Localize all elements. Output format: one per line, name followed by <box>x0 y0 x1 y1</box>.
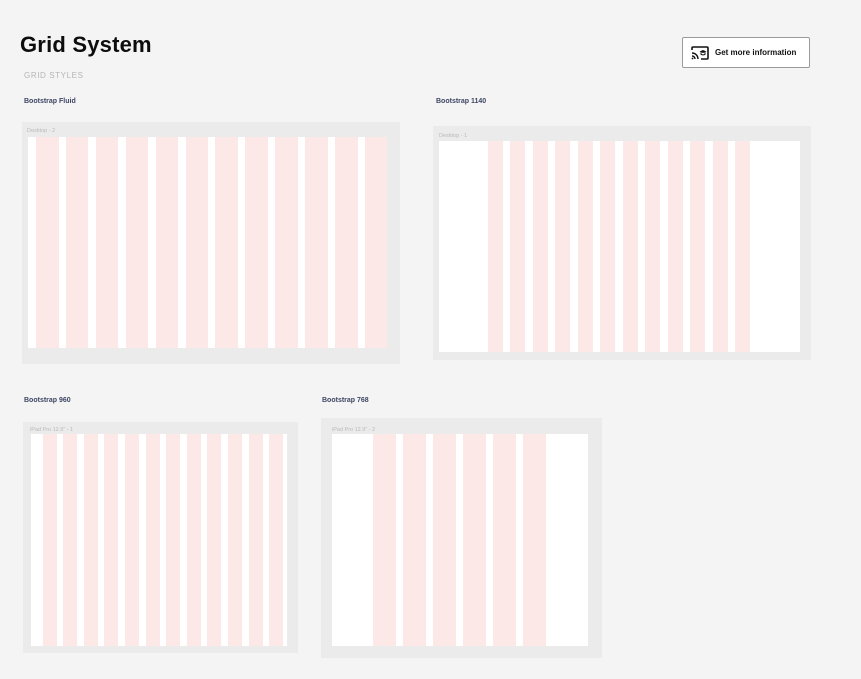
grid-column <box>227 434 242 646</box>
grid-column <box>65 137 89 348</box>
grid-column <box>510 141 526 352</box>
grid-label-bootstrap-1140: Bootstrap 1140 <box>436 98 487 105</box>
grid-column <box>166 434 181 646</box>
grid-column <box>215 137 238 348</box>
grid-column <box>645 141 661 352</box>
grid-column <box>248 434 263 646</box>
grid-column <box>63 434 78 646</box>
get-more-information-button[interactable]: Get more information <box>682 37 810 68</box>
grid-column <box>493 434 516 646</box>
grid-column <box>185 137 208 348</box>
grid-column <box>104 434 119 646</box>
frame-bootstrap-fluid[interactable]: Desktop - 2 <box>22 122 400 364</box>
grid-column <box>577 141 593 352</box>
frame-name-desktop-1: Desktop - 1 <box>439 133 468 139</box>
grid-column <box>523 434 546 646</box>
frame-bootstrap-1140[interactable]: Desktop - 1 <box>433 126 811 360</box>
grid-column <box>463 434 486 646</box>
page-title: Grid System <box>20 32 152 57</box>
grid-column <box>36 137 59 348</box>
grid-column <box>335 137 358 348</box>
frame-name-desktop-2: Desktop - 2 <box>27 128 56 134</box>
grid-column <box>207 434 222 646</box>
grid-column <box>712 141 728 352</box>
grid-column <box>555 141 571 352</box>
cast-school-icon <box>690 45 710 61</box>
grid-column <box>245 137 268 348</box>
grid-column <box>532 141 548 352</box>
frame-bootstrap-768[interactable]: iPad Pro 12.9" - 2 <box>321 418 602 658</box>
grid-column <box>364 137 387 348</box>
grid-column <box>622 141 638 352</box>
grid-column <box>42 434 57 646</box>
grid-column <box>305 137 328 348</box>
grid-column <box>155 137 179 348</box>
grid-column <box>145 434 160 646</box>
grid-column <box>95 137 119 348</box>
frame-bootstrap-960[interactable]: iPad Pro 12.9" - 1 <box>23 422 298 653</box>
grid-label-bootstrap-768: Bootstrap 768 <box>322 397 369 404</box>
grid-column <box>83 434 98 646</box>
grid-column <box>690 141 706 352</box>
grid-canvas-bootstrap-960 <box>31 434 287 646</box>
grid-column <box>275 137 298 348</box>
grid-column <box>186 434 201 646</box>
grid-column <box>373 434 396 646</box>
grid-column <box>125 137 149 348</box>
grid-system-page: Grid System GRID STYLES Get more informa… <box>0 0 861 679</box>
grid-column <box>667 141 683 352</box>
grid-label-bootstrap-fluid: Bootstrap Fluid <box>24 98 76 105</box>
grid-column <box>269 434 284 646</box>
grid-column <box>124 434 139 646</box>
grid-canvas-bootstrap-fluid <box>28 137 387 348</box>
frame-name-ipad-pro-1: iPad Pro 12.9" - 1 <box>30 427 74 433</box>
grid-column <box>600 141 616 352</box>
grid-label-bootstrap-960: Bootstrap 960 <box>24 397 71 404</box>
grid-column <box>403 434 426 646</box>
grid-canvas-bootstrap-768 <box>332 434 588 646</box>
section-subtitle: GRID STYLES <box>24 71 84 80</box>
grid-canvas-bootstrap-1140 <box>439 141 800 352</box>
grid-column <box>487 141 503 352</box>
grid-column <box>735 141 751 352</box>
frame-name-ipad-pro-2: iPad Pro 12.9" - 2 <box>332 427 376 433</box>
get-more-information-label: Get more information <box>715 48 797 57</box>
grid-column <box>433 434 456 646</box>
